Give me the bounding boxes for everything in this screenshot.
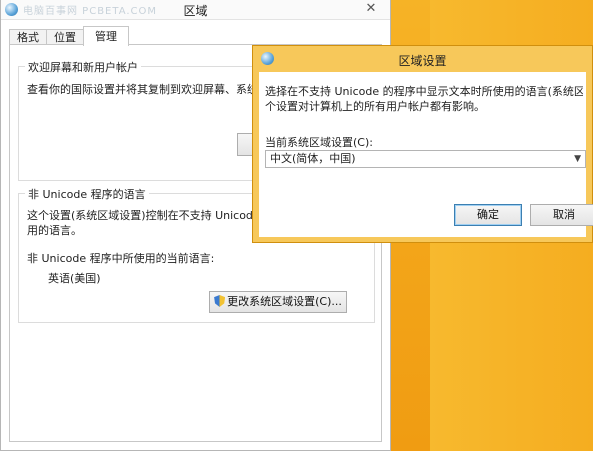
dialog-title: 区域设置 [398,54,447,68]
dialog-titlebar: 区域设置 [253,46,592,72]
uac-shield-icon [214,295,226,307]
close-icon[interactable]: ✕ [360,0,382,17]
tab-location[interactable]: 位置 [46,29,84,45]
system-locale-value: 中文(简体，中国) [270,152,356,165]
cancel-button[interactable]: 取消 [530,204,593,226]
locale-label: 当前系统区域设置(C): [265,136,373,149]
tab-format[interactable]: 格式 [9,29,47,45]
dialog-description-line-1: 选择在不支持 Unicode 的程序中显示文本时所使用的语言(系统区域设置)。这 [265,85,583,98]
dialog-body: 选择在不支持 Unicode 的程序中显示文本时所使用的语言(系统区域设置)。这… [259,72,593,237]
non-unicode-group-title: 非 Unicode 程序的语言 [25,186,149,202]
window-title: 区域 [183,4,208,18]
tab-administrative[interactable]: 管理 [83,26,129,46]
non-unicode-description-2: 用的语言。 [27,224,82,237]
dialog-description: 选择在不支持 Unicode 的程序中显示文本时所使用的语言(系统区域设置)。这… [265,84,583,114]
system-locale-select[interactable]: 中文(简体，中国) ▼ [265,150,586,168]
ok-button[interactable]: 确定 [454,204,522,226]
change-system-locale-label: 更改系统区域设置(C)... [227,295,342,308]
region-settings-dialog: 区域设置 选择在不支持 Unicode 的程序中显示文本时所使用的语言(系统区域… [252,45,593,243]
current-language-value: 英语(美国) [48,272,101,285]
current-language-label: 非 Unicode 程序中所使用的当前语言: [27,252,215,265]
window-titlebar: 电脑百事网 PCBETA.COM 区域 ✕ [1,0,390,20]
change-system-locale-button[interactable]: 更改系统区域设置(C)... [209,291,347,313]
chevron-down-icon: ▼ [574,154,581,164]
dialog-description-line-2: 个设置对计算机上的所有用户帐户都有影响。 [265,100,485,113]
welcome-group-title: 欢迎屏幕和新用户帐户 [25,59,141,75]
